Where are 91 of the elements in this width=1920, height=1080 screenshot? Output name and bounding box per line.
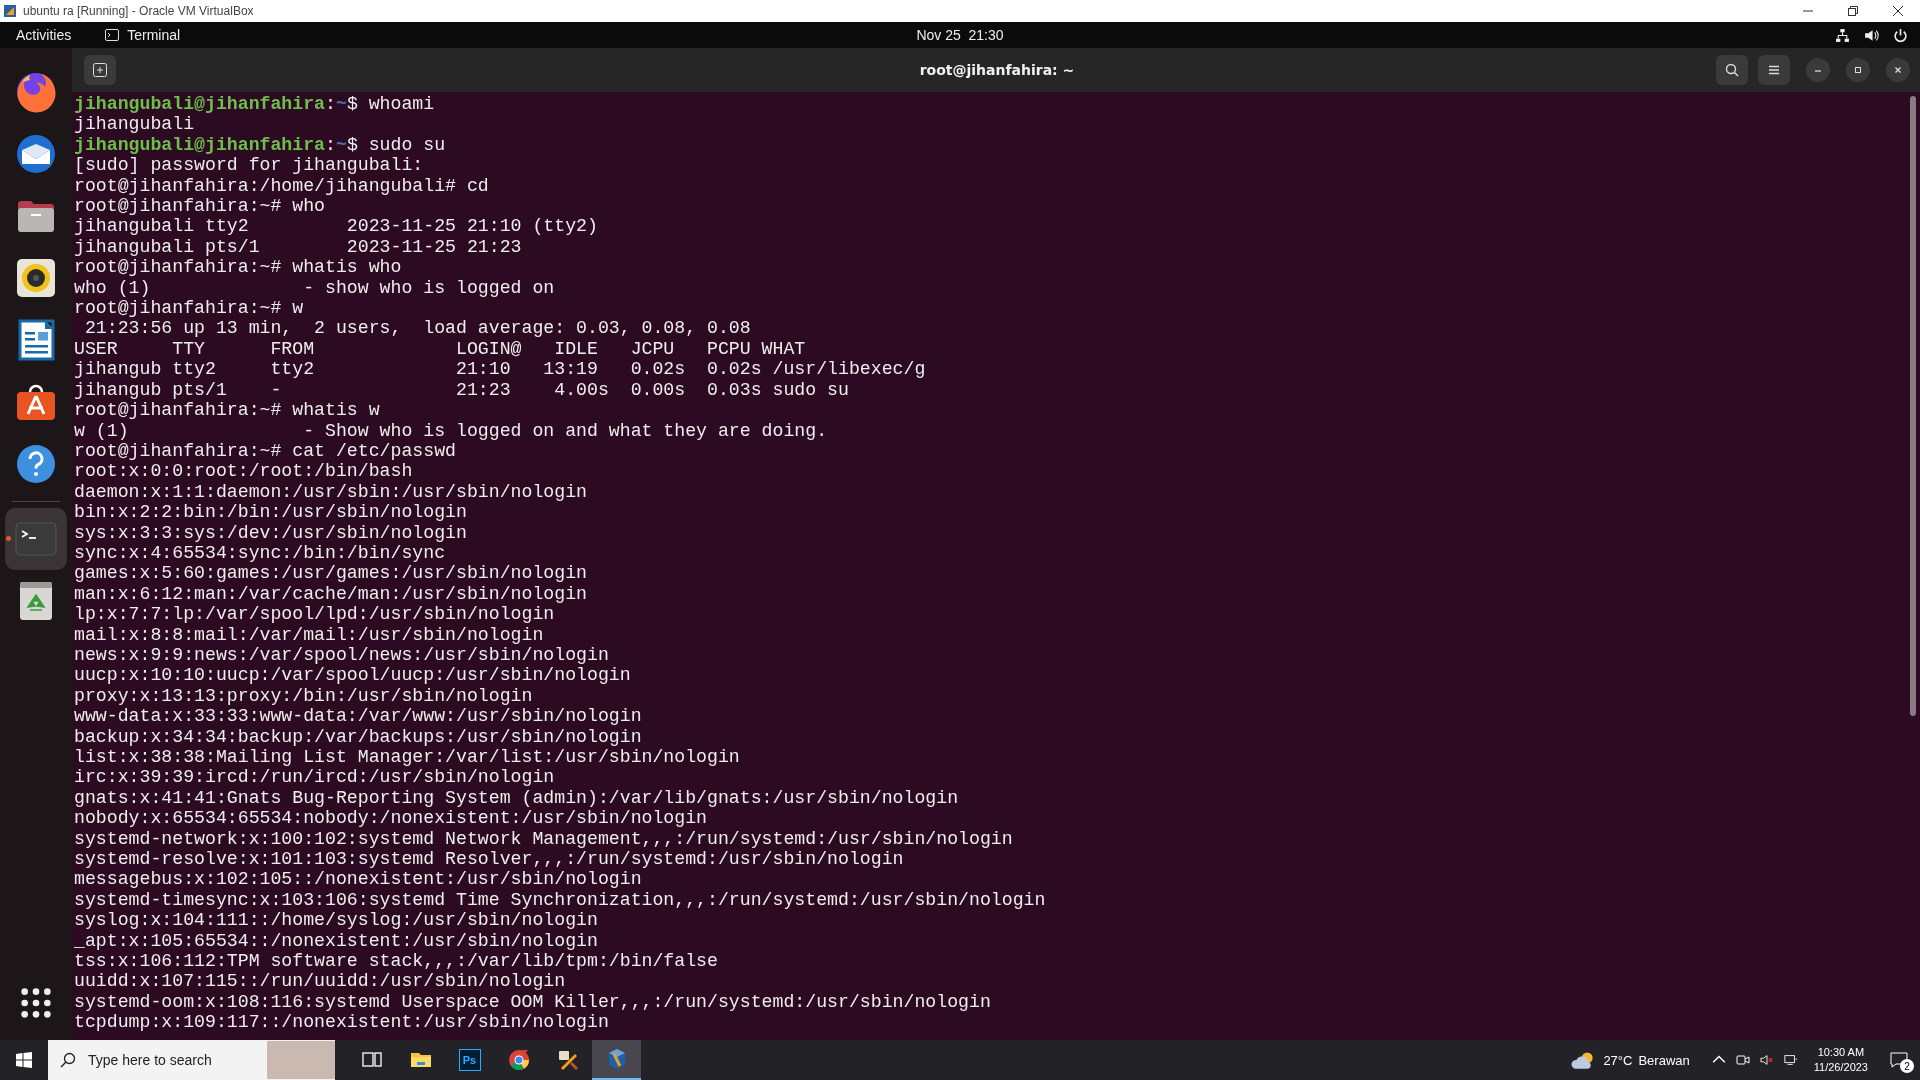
window-title: ubuntu ra [Running] - Oracle VM VirtualBox	[23, 4, 254, 18]
browser-icon	[14, 70, 58, 114]
chrome-icon	[506, 1048, 531, 1072]
taskbar-app-button[interactable]: Ps	[445, 1040, 494, 1080]
terminal-line: jihangubali tty2 2023-11-25 21:10 (tty2)	[74, 216, 598, 237]
network-icon[interactable]	[1783, 1053, 1798, 1067]
terminal-icon	[105, 29, 120, 41]
notification-count: 2	[1900, 1059, 1914, 1073]
question-mark-icon	[14, 442, 58, 486]
terminal-line: jihangub pts/1 - 21:23 4.00s 0.00s 0.03s sudo su	[74, 379, 849, 401]
terminal-line: who (1) - show who is logged on	[74, 277, 555, 299]
terminal-line: systemd-timesync:x:103:106:systemd Time Synchronization,,,:/run/systemd:/usr/sbin/nologin	[74, 889, 1046, 911]
terminal-line: jihangubali@jihanfahira:~$ sudo su	[74, 134, 446, 156]
terminal-line: lp:x:7:7:lp:/var/spool/lpd:/usr/sbin/nologin	[74, 604, 555, 625]
terminal-line: jihangub tty2 tty2 21:10 13:19 0.02s 0.02s /usr/libexec/g	[74, 359, 926, 380]
terminal-line: root@jihanfahira:~# cat /etc/passwd	[74, 440, 456, 462]
terminal-line: root@jihanfahira:~# whatis who	[74, 257, 402, 278]
close-icon	[1892, 6, 1903, 16]
notifications-button[interactable]: 2	[1884, 1045, 1914, 1075]
terminal-line: daemon:x:1:1:daemon:/usr/sbin:/usr/sbin/nologin	[74, 481, 587, 503]
terminal-line: sys:x:3:3:sys:/dev:/usr/sbin/nologin	[74, 522, 467, 543]
terminal-line: root:x:0:0:root:/root:/bin/bash	[74, 461, 413, 482]
terminal-line: man:x:6:12:man:/var/cache/man:/usr/sbin/nologin	[74, 583, 587, 605]
terminal-title: root@jihanfahira: ~	[919, 62, 1075, 78]
weather-condition: Berawan	[1638, 1052, 1690, 1068]
terminal-line: [sudo] password for jihangubali:	[74, 155, 424, 176]
terminal-line: mail:x:8:8:mail:/var/mail:/usr/sbin/nologin	[74, 624, 544, 645]
terminal-line: nobody:x:65534:65534:nobody:/nonexistent:/usr/sbin/nologin	[74, 808, 708, 829]
terminal-line: tss:x:106:112:TPM software stack,,,:/var/lib/tpm:/bin/false	[74, 951, 718, 972]
search-field[interactable]: Type here to search	[48, 1040, 335, 1080]
search-icon	[60, 1052, 76, 1068]
windows-logo-icon	[16, 1052, 32, 1068]
mail-icon	[14, 132, 58, 176]
search-input[interactable]: Type here to search	[86, 1051, 257, 1069]
scrollbar[interactable]	[1910, 96, 1916, 716]
volume-icon[interactable]	[1864, 27, 1879, 43]
terminal-line: w (1) - Show who is logged on and what they are doing.	[74, 420, 828, 441]
terminal-line: syslog:x:104:111::/home/syslog:/usr/sbin/nologin	[74, 910, 598, 931]
close-icon	[1893, 65, 1903, 75]
network-icon[interactable]	[1835, 27, 1850, 43]
message-icon	[1890, 1052, 1908, 1068]
new-tab-icon	[93, 63, 107, 77]
terminal-line: backup:x:34:34:backup:/var/backups:/usr/sbin/nologin	[74, 726, 642, 747]
terminal-line: irc:x:39:39:ircd:/run/ircd:/usr/sbin/nologin	[74, 767, 555, 788]
maximize-button[interactable]	[1846, 58, 1870, 82]
illustration-placeholder	[267, 1041, 335, 1079]
speaker-icon	[14, 256, 58, 300]
terminal-line: root@jihanfahira:~# who	[74, 196, 326, 217]
minimize-button[interactable]	[1806, 58, 1830, 82]
terminal-line: systemd-network:x:100:102:systemd Network Management,,,:/run/systemd:/usr/sbin/nologin	[74, 828, 1013, 850]
terminal-line: USER TTY FROM LOGIN@ IDLE JCPU PCPU WHAT	[74, 338, 806, 360]
terminal-line: sync:x:4:65534:sync:/bin:/bin/sync	[74, 542, 446, 564]
search-button[interactable]	[1716, 55, 1748, 85]
terminal-line: root@jihanfahira:/home/jihangubali# cd	[74, 175, 489, 197]
terminal-line: root@jihanfahira:~# w	[74, 298, 304, 319]
temperature: 27°C	[1603, 1052, 1633, 1068]
restore-icon	[1847, 6, 1858, 16]
clock[interactable]: 10:30 AM 11/26/2023	[1807, 1045, 1874, 1075]
maximize-icon	[1853, 65, 1863, 75]
terminal-line: uucp:x:10:10:uucp:/var/spool/uucp:/usr/sbin/nologin	[74, 665, 631, 686]
terminal-line: systemd-oom:x:108:116:systemd Userspace OOM Killer,,,:/run/systemd:/usr/sbin/nologin	[74, 991, 991, 1013]
terminal-line: root@jihanfahira:~# whatis w	[74, 400, 380, 421]
terminal-line: jihangubali pts/1 2023-11-25 21:23	[74, 236, 522, 258]
muted-speaker-icon[interactable]	[1759, 1053, 1774, 1067]
terminal-line: systemd-resolve:x:101:103:systemd Resolver,,,:/run/systemd:/usr/sbin/nologin	[74, 849, 904, 870]
terminal-line: _apt:x:105:65534::/nonexistent:/usr/sbin/nologin	[74, 930, 598, 952]
app-logo-icon	[3, 4, 17, 18]
clock[interactable]: Nov 25 21:30	[910, 25, 1010, 45]
terminal-line: jihangubali@jihanfahira:~$ whoami	[74, 94, 435, 115]
terminal-line: gnats:x:41:41:Gnats Bug-Reporting System (admin):/var/lib/gnats:/usr/sbin/nologin	[74, 787, 959, 809]
app-grid-icon	[19, 986, 53, 1020]
terminal-line: list:x:38:38:Mailing List Manager:/var/list:/usr/sbin/nologin	[74, 747, 740, 768]
terminal-line: messagebus:x:102:105::/nonexistent:/usr/sbin/nologin	[74, 869, 642, 890]
terminal-line: uuidd:x:107:115::/run/uuidd:/usr/sbin/nologin	[74, 971, 566, 992]
terminal-line: games:x:5:60:games:/usr/games:/usr/sbin/nologin	[74, 563, 587, 584]
terminal-line: news:x:9:9:news:/var/spool/news:/usr/sbin/nologin	[74, 644, 609, 666]
new-tab-button[interactable]	[84, 55, 116, 85]
camera-icon[interactable]	[1735, 1053, 1750, 1067]
activities-button[interactable]: Activities	[10, 25, 78, 45]
terminal-line: proxy:x:13:13:proxy:/bin:/usr/sbin/nologin	[74, 685, 533, 707]
terminal-line: bin:x:2:2:bin:/bin:/usr/sbin/nologin	[74, 502, 467, 523]
close-button[interactable]	[1886, 58, 1910, 82]
menu-icon	[1767, 63, 1781, 77]
terminal-line: tcpdump:x:109:117::/nonexistent:/usr/sbin/nologin	[74, 1012, 609, 1033]
menu-button[interactable]	[1758, 55, 1790, 85]
search-icon	[1725, 63, 1739, 77]
app-menu[interactable]: Terminal	[99, 25, 187, 45]
power-icon[interactable]	[1893, 27, 1908, 43]
terminal-line: jihangubali	[74, 114, 195, 135]
terminal-line: www-data:x:33:33:www-data:/var/www:/usr/sbin/nologin	[74, 706, 642, 727]
terminal-line: 21:23:56 up 13 min, 2 users, load average: 0.03, 0.08, 0.08	[83, 318, 751, 339]
